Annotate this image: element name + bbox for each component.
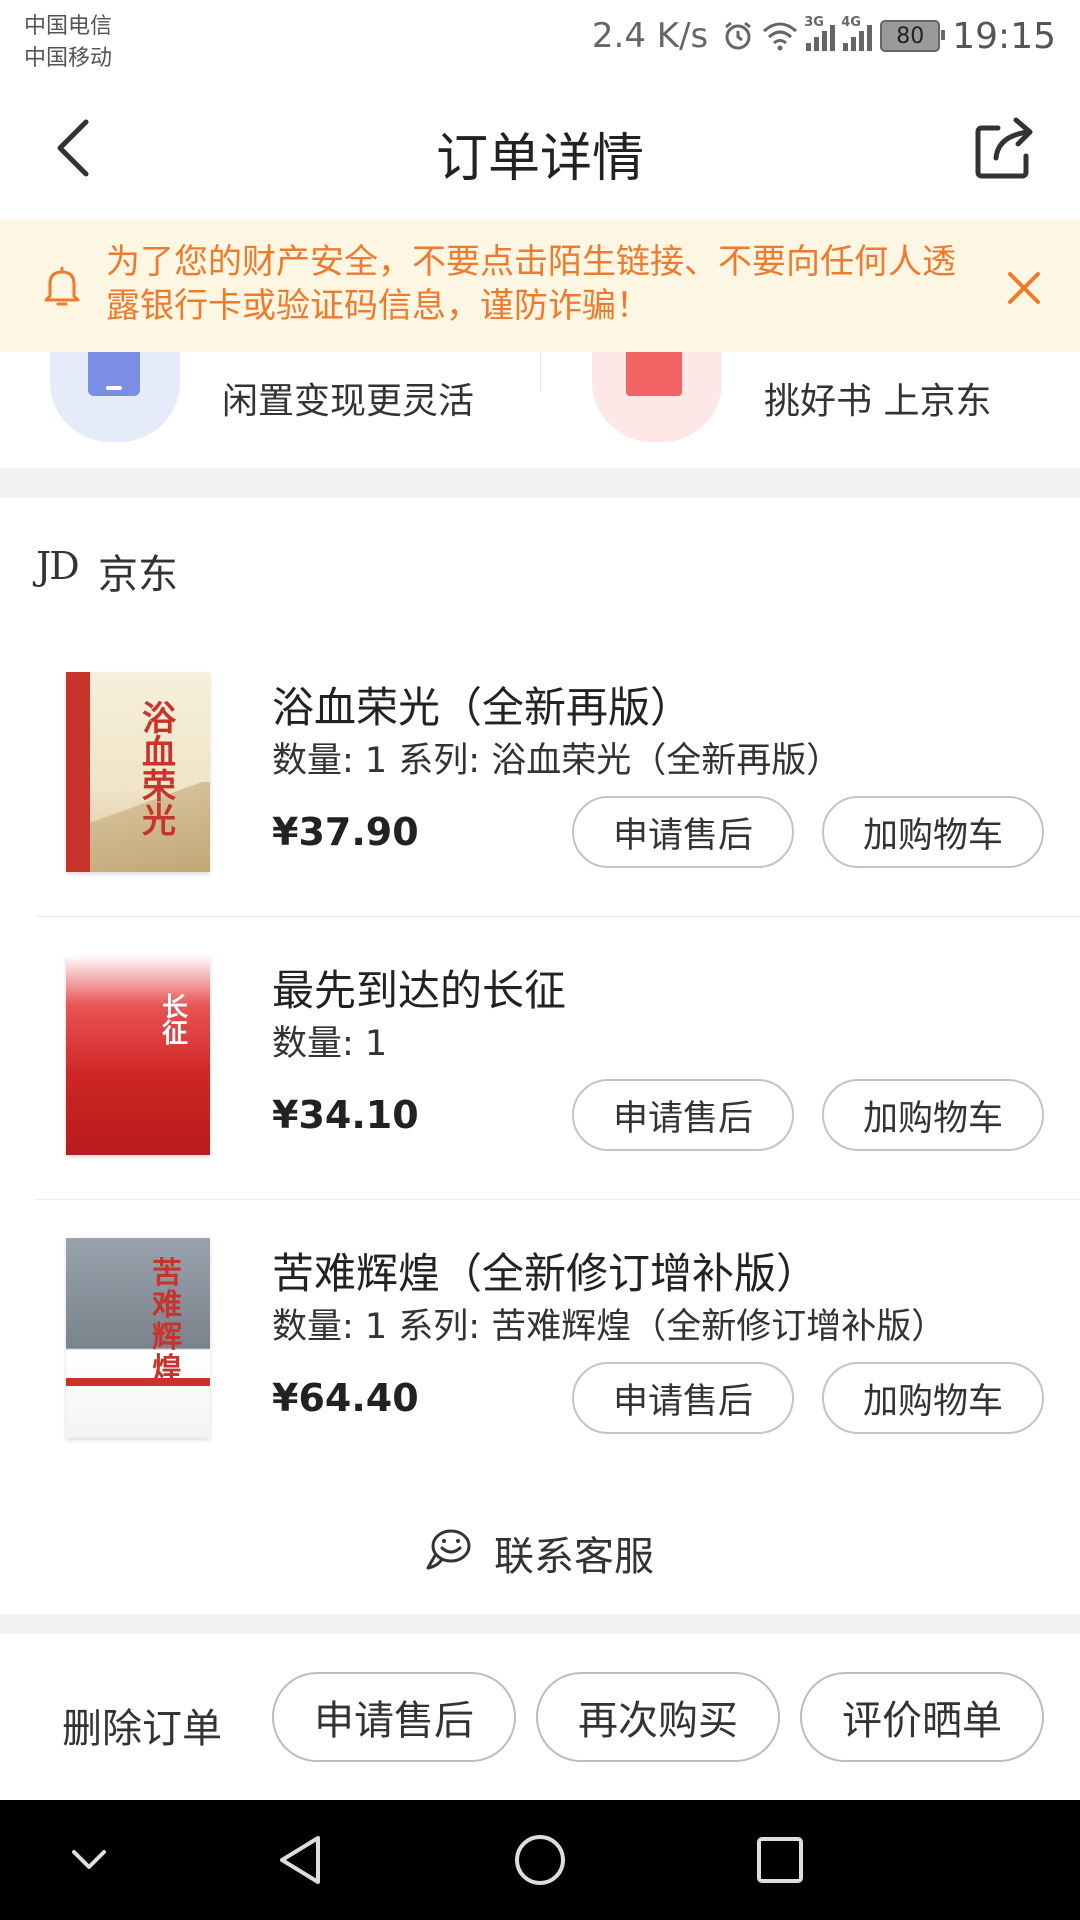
carrier-2: 中国移动 [24, 46, 113, 71]
customer-service-icon [426, 1529, 471, 1570]
signal-4g-icon: 4G [841, 15, 873, 51]
network-speed: 2.4 K/s [591, 16, 709, 56]
order-actions-bar: 删除订单 申请售后 再次购买 评价晒单 [0, 1634, 1080, 1800]
clock: 19:15 [952, 15, 1056, 57]
product-price: ¥37.90 [272, 810, 419, 854]
battery-icon: 80 [880, 20, 946, 52]
promo-left-text[interactable]: 闲置变现更灵活 [222, 372, 474, 424]
recents-square-icon[interactable] [754, 1834, 806, 1886]
back-triangle-icon[interactable] [274, 1832, 326, 1888]
home-circle-icon[interactable] [512, 1832, 568, 1888]
add-to-cart-button[interactable]: 加购物车 [822, 1362, 1044, 1434]
add-to-cart-button[interactable]: 加购物车 [822, 796, 1044, 868]
contact-service-button[interactable]: 联系客服 [0, 1482, 1080, 1614]
product-meta: 数量: 1 系列: 苦难辉煌（全新修订增补版） [272, 1307, 947, 1347]
promo-right-text[interactable]: 挑好书 上京东 [764, 372, 991, 424]
add-to-cart-button[interactable]: 加购物车 [822, 1079, 1044, 1151]
product-meta: 数量: 1 [272, 1024, 388, 1064]
after-sale-button[interactable]: 申请售后 [572, 796, 794, 868]
promo-strip: 闲置变现更灵活 挑好书 上京东 [0, 352, 1080, 468]
product-name[interactable]: 浴血荣光（全新再版） [272, 674, 692, 735]
order-item[interactable]: 长征 最先到达的长征 数量: 1 ¥34.10 申请售后 加购物车 [0, 917, 1080, 1200]
system-nav-bar [0, 1800, 1080, 1920]
signal-3g-icon: 3G [804, 15, 836, 51]
after-sale-button[interactable]: 申请售后 [572, 1079, 794, 1151]
status-bar: 中国电信 中国移动 2.4 K/s 3G 4G 80 19:15 [0, 0, 1080, 76]
page-title: 订单详情 [435, 129, 644, 189]
cover-title: 长征 [162, 993, 189, 1049]
apply-after-sale-button[interactable]: 申请售后 [272, 1672, 516, 1762]
carrier-1: 中国电信 [24, 14, 113, 39]
bell-icon [44, 266, 80, 306]
jd-logo: JD [36, 544, 80, 588]
product-price: ¥64.40 [272, 1376, 419, 1420]
close-icon[interactable] [1004, 268, 1044, 308]
contact-service-label: 联系客服 [494, 1534, 654, 1580]
battery-level: 80 [896, 23, 925, 49]
warning-text: 为了您的财产安全，不要点击陌生链接、不要向任何人透露银行卡或验证码信息，谨防诈骗… [106, 242, 956, 326]
product-meta: 数量: 1 系列: 浴血荣光（全新再版） [272, 741, 842, 781]
book-cover-image[interactable]: 苦难辉煌 [66, 1238, 210, 1438]
product-price: ¥34.10 [272, 1093, 419, 1137]
shop-name: 京东 [98, 552, 178, 598]
book-icon [626, 352, 682, 396]
section-gap [0, 468, 1080, 498]
promo-divider [540, 352, 541, 392]
product-name[interactable]: 苦难辉煌（全新修订增补版） [272, 1240, 818, 1301]
chevron-down-icon[interactable] [66, 1840, 112, 1880]
phone-icon [88, 352, 140, 396]
network-type-2: 4G [841, 15, 861, 30]
section-gap [0, 1614, 1080, 1634]
nav-bar: 订单详情 [0, 76, 1080, 220]
cover-title: 浴血荣光 [142, 699, 176, 841]
order-item[interactable]: 浴血荣光 浴血荣光（全新再版） 数量: 1 系列: 浴血荣光（全新再版） ¥37… [0, 634, 1080, 917]
product-name[interactable]: 最先到达的长征 [272, 957, 566, 1018]
share-icon[interactable] [968, 112, 1040, 184]
book-cover-image[interactable]: 长征 [66, 955, 210, 1155]
cover-title: 苦难辉煌 [152, 1256, 182, 1387]
status-indicators: 2.4 K/s 3G 4G 80 19:15 [592, 14, 1056, 58]
order-item[interactable]: 苦难辉煌 苦难辉煌（全新修订增补版） 数量: 1 系列: 苦难辉煌（全新修订增补… [0, 1200, 1080, 1483]
network-type-1: 3G [804, 15, 824, 30]
delete-order-button[interactable]: 删除订单 [62, 1696, 222, 1754]
book-cover-image[interactable]: 浴血荣光 [66, 672, 210, 872]
shop-header[interactable]: JD 京东 [0, 498, 1080, 635]
buy-again-button[interactable]: 再次购买 [536, 1672, 780, 1762]
alarm-icon [725, 21, 752, 50]
wifi-icon [763, 22, 798, 51]
after-sale-button[interactable]: 申请售后 [572, 1362, 794, 1434]
fraud-warning-banner: 为了您的财产安全，不要点击陌生链接、不要向任何人透露银行卡或验证码信息，谨防诈骗… [0, 220, 1080, 352]
review-order-button[interactable]: 评价晒单 [800, 1672, 1044, 1762]
